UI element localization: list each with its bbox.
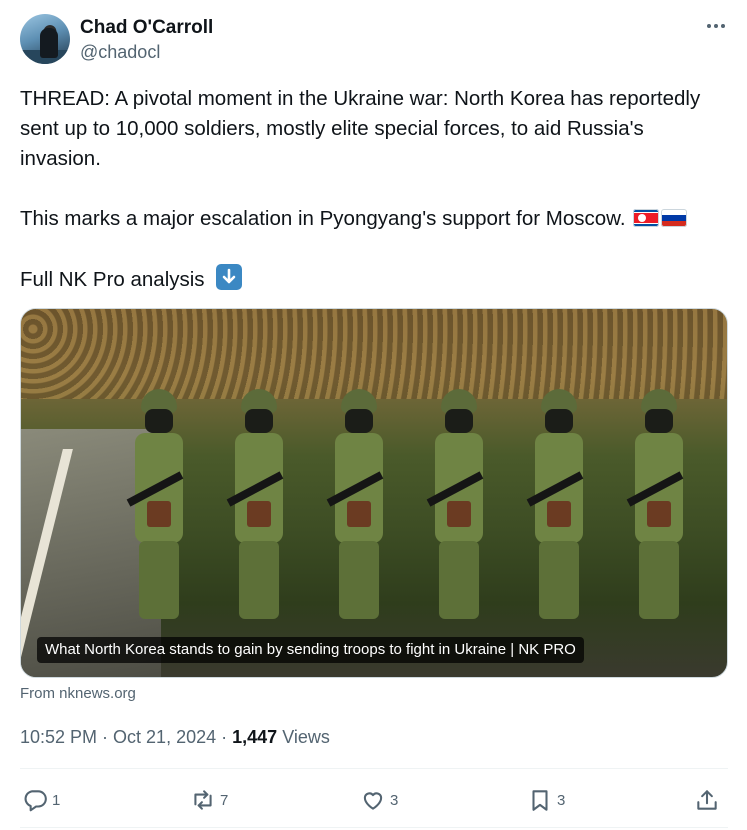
share-icon bbox=[697, 790, 717, 810]
action-bar: 1 7 3 3 bbox=[20, 784, 726, 816]
russia-flag-icon bbox=[661, 209, 688, 227]
meta-separator: · bbox=[216, 727, 233, 747]
meta-separator: · bbox=[97, 727, 114, 747]
bookmark-icon bbox=[532, 790, 548, 811]
bookmark-count: 3 bbox=[557, 791, 566, 809]
divider bbox=[20, 768, 728, 769]
tweet-paragraph-3: Full NK Pro analysis bbox=[20, 264, 730, 295]
bookmark-button[interactable]: 3 bbox=[527, 784, 565, 816]
repost-button[interactable]: 7 bbox=[190, 784, 228, 816]
north-korea-flag-icon bbox=[633, 209, 660, 227]
views-count: 1,447 bbox=[232, 727, 278, 747]
tweet-paragraph-2-text: This marks a major escalation in Pyongya… bbox=[20, 207, 626, 230]
reply-icon bbox=[24, 790, 47, 812]
card-source[interactable]: From nknews.org bbox=[20, 684, 136, 704]
divider bbox=[20, 827, 728, 828]
author-block: Chad O'Carroll @chadocl bbox=[80, 16, 213, 64]
heart-icon bbox=[363, 792, 383, 810]
repost-count: 7 bbox=[220, 791, 229, 809]
reply-count: 1 bbox=[52, 791, 61, 809]
card-caption[interactable]: What North Korea stands to gain by sendi… bbox=[37, 637, 584, 663]
reply-button[interactable]: 1 bbox=[22, 784, 60, 816]
like-count: 3 bbox=[390, 791, 399, 809]
tweet-paragraph-1: THREAD: A pivotal moment in the Ukraine … bbox=[20, 87, 701, 170]
user-handle[interactable]: @chadocl bbox=[80, 40, 213, 64]
link-card[interactable]: What North Korea stands to gain by sendi… bbox=[20, 308, 728, 678]
tweet-text: THREAD: A pivotal moment in the Ukraine … bbox=[20, 84, 730, 295]
down-arrow-icon bbox=[216, 264, 243, 290]
display-name[interactable]: Chad O'Carroll bbox=[80, 16, 213, 40]
avatar[interactable] bbox=[20, 14, 70, 64]
like-button[interactable]: 3 bbox=[360, 784, 398, 816]
soldiers-image bbox=[91, 379, 727, 677]
tweet-time[interactable]: 10:52 PM bbox=[20, 727, 97, 747]
tweet-meta: 10:52 PM · Oct 21, 2024 · 1,447 Views bbox=[20, 724, 330, 750]
more-icon[interactable] bbox=[700, 16, 732, 36]
tweet-header: Chad O'Carroll @chadocl bbox=[20, 14, 732, 66]
views-label: Views bbox=[282, 727, 330, 747]
tweet-paragraph-3-text: Full NK Pro analysis bbox=[20, 268, 205, 291]
tweet-paragraph-2: This marks a major escalation in Pyongya… bbox=[20, 204, 730, 234]
share-button[interactable] bbox=[694, 784, 720, 816]
repost-icon bbox=[194, 790, 212, 810]
tweet-date[interactable]: Oct 21, 2024 bbox=[113, 727, 216, 747]
